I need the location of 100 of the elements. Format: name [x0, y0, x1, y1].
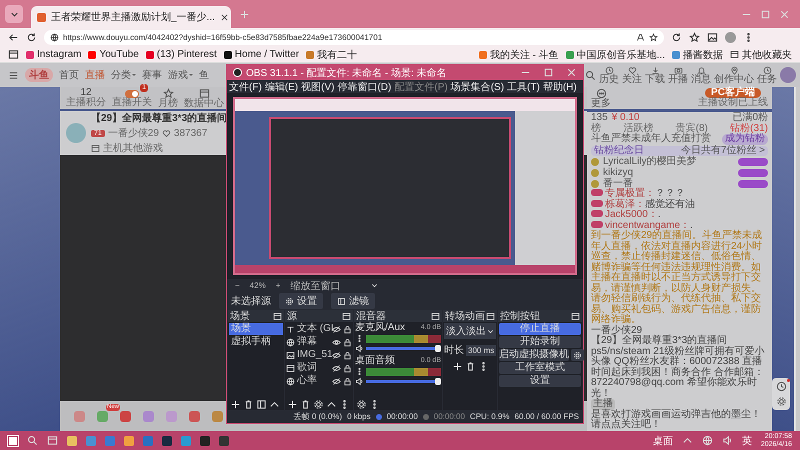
join-fan-button[interactable]: 成为钻粉	[722, 134, 768, 144]
fan-name[interactable]: kikizyq	[603, 168, 634, 178]
stat-item[interactable]: 12 主播积分	[66, 88, 106, 108]
nav-link[interactable]: 消息	[691, 66, 711, 84]
bookmark-link[interactable]: 我有二十	[306, 48, 358, 62]
source-item[interactable]: 歌词	[297, 362, 330, 374]
back-icon[interactable]	[8, 32, 19, 43]
bookmark-link[interactable]: Home / Twitter	[224, 49, 300, 60]
fan-name[interactable]: LyricalLily的樱田美梦	[603, 157, 697, 168]
chat-username[interactable]: 专属极置：	[605, 188, 655, 200]
toggle-switch[interactable]	[125, 90, 139, 98]
hidden-eye-icon[interactable]	[332, 364, 341, 372]
control-button[interactable]: 设置	[499, 375, 581, 387]
refresh-icon[interactable]	[671, 32, 682, 43]
category-link[interactable]: 主机其他游戏	[103, 141, 163, 155]
scrollbar[interactable]	[794, 87, 800, 431]
site-logo[interactable]: 斗鱼	[25, 68, 53, 82]
eye-icon[interactable]	[332, 338, 341, 346]
task-view-icon[interactable]	[47, 435, 58, 446]
control-button[interactable]: 启动虚拟摄像机	[499, 349, 569, 361]
chat-username[interactable]: 栎葛泽：	[605, 198, 645, 210]
slider-thumb[interactable]	[435, 345, 441, 352]
apps-icon[interactable]	[8, 49, 19, 60]
nav-link[interactable]: 下载	[645, 66, 665, 84]
slider-thumb[interactable]	[435, 378, 441, 385]
nav-link[interactable]: 历史	[599, 66, 619, 84]
trash-icon[interactable]	[300, 398, 311, 410]
lock-icon[interactable]	[343, 350, 352, 360]
bookmark-link[interactable]: 中国原创音乐基地...	[566, 48, 665, 62]
source-item[interactable]: IMG_51	[297, 349, 330, 361]
gift-icon[interactable]	[120, 410, 131, 422]
close-icon[interactable]	[220, 12, 229, 22]
undock-icon[interactable]	[431, 312, 440, 320]
speaker-icon[interactable]	[355, 377, 364, 386]
rank-tab[interactable]: 贵宾(8)	[676, 124, 708, 134]
undock-icon[interactable]	[486, 312, 495, 320]
favorites-icon[interactable]	[689, 32, 700, 43]
maximize-icon[interactable]	[543, 67, 554, 78]
nav-link[interactable]: 鱼	[199, 68, 209, 82]
zoom-mode-dropdown[interactable]: 缩放至窗口	[290, 278, 380, 292]
streamer-name[interactable]: 一番少侠29	[108, 126, 159, 140]
tab-list-button[interactable]	[5, 5, 23, 23]
volume-slider[interactable]	[366, 347, 441, 350]
anniversary-banner[interactable]: 钻粉纪念日 今日共有7位粉丝 >	[591, 146, 768, 156]
nav-link[interactable]: 游戏	[168, 68, 193, 82]
rank-tab[interactable]: 活跃榜	[623, 124, 654, 134]
stat-item[interactable]: 数据中心	[184, 88, 224, 108]
search-icon[interactable]	[585, 70, 596, 80]
scene-item[interactable]: 场景	[229, 323, 283, 335]
hidden-eye-icon[interactable]	[332, 324, 341, 334]
menu-item[interactable]: 场景集合(S)	[450, 80, 504, 94]
bookmark-link[interactable]: Instagram	[26, 49, 82, 60]
menu-item[interactable]: 停靠窗口(D)	[337, 80, 392, 94]
search-icon[interactable]	[27, 435, 38, 446]
volume-slider[interactable]	[366, 380, 441, 383]
gear-icon[interactable]	[313, 398, 324, 410]
nav-link[interactable]: 创作中心	[714, 66, 754, 84]
hidden-eye-icon[interactable]	[332, 350, 341, 360]
menu-item[interactable]: 工具(T)	[507, 80, 540, 94]
browser-tab[interactable]: 王者荣耀世界主播激励计划_一番少...	[31, 6, 231, 28]
network-icon[interactable]	[702, 435, 713, 446]
source-item[interactable]: 心率	[297, 375, 330, 387]
menu-item[interactable]: 视图(V)	[301, 80, 334, 94]
lock-icon[interactable]	[343, 338, 352, 346]
control-button[interactable]: 停止直播	[499, 323, 581, 335]
plus-icon[interactable]	[452, 361, 462, 372]
speaker-icon[interactable]	[355, 344, 364, 353]
zoom-in-button[interactable]: +	[276, 281, 280, 290]
download-client-button[interactable]: PC客户端	[705, 88, 761, 98]
menu-item[interactable]: 编辑(E)	[264, 80, 298, 94]
address-field[interactable]: https://www.douyu.com/4042402?dyshid=16f59bb-c5e83d7585fbae224a9e173600041701	[44, 30, 664, 45]
hidden-eye-icon[interactable]	[332, 376, 341, 386]
plus-icon[interactable]	[230, 398, 241, 410]
lock-icon[interactable]	[343, 376, 352, 386]
desktop-toolbar[interactable]: 桌面	[652, 434, 673, 448]
rank-tab[interactable]: 钻粉(31)	[730, 124, 768, 134]
bookmark-link[interactable]: YouTube	[88, 49, 139, 60]
duration-field[interactable]: 300 ms	[466, 344, 496, 356]
stat-item[interactable]: 月榜	[158, 88, 178, 108]
favorite-icon[interactable]	[649, 33, 658, 42]
nav-link[interactable]: 分类	[111, 68, 136, 82]
nav-link[interactable]: 开播	[668, 66, 688, 84]
filters-button[interactable]: 滤镜	[331, 293, 375, 309]
more-button[interactable]: 更多	[591, 88, 611, 108]
bookmark-link[interactable]: (13) Pinterest	[146, 49, 217, 60]
bookmark-link[interactable]: 播酱数据	[672, 48, 723, 62]
nav-link[interactable]: 赛事	[142, 68, 162, 82]
menu-icon[interactable]	[8, 70, 19, 80]
start-icon[interactable]	[8, 436, 18, 446]
nav-link[interactable]: 直播	[85, 68, 105, 82]
fan-name[interactable]: 番一番	[603, 178, 633, 190]
chat-username[interactable]: vincentwangame：	[605, 220, 690, 231]
control-button[interactable]: 工作室模式	[499, 362, 581, 374]
gear-icon[interactable]	[356, 398, 367, 410]
source-item[interactable]: 弹幕	[297, 336, 330, 348]
control-button[interactable]: 开始录制	[499, 336, 581, 348]
reload-icon[interactable]	[26, 32, 37, 43]
zoom-out-button[interactable]: −	[235, 281, 240, 290]
undock-icon[interactable]	[273, 312, 282, 320]
float-button[interactable]	[776, 396, 786, 407]
